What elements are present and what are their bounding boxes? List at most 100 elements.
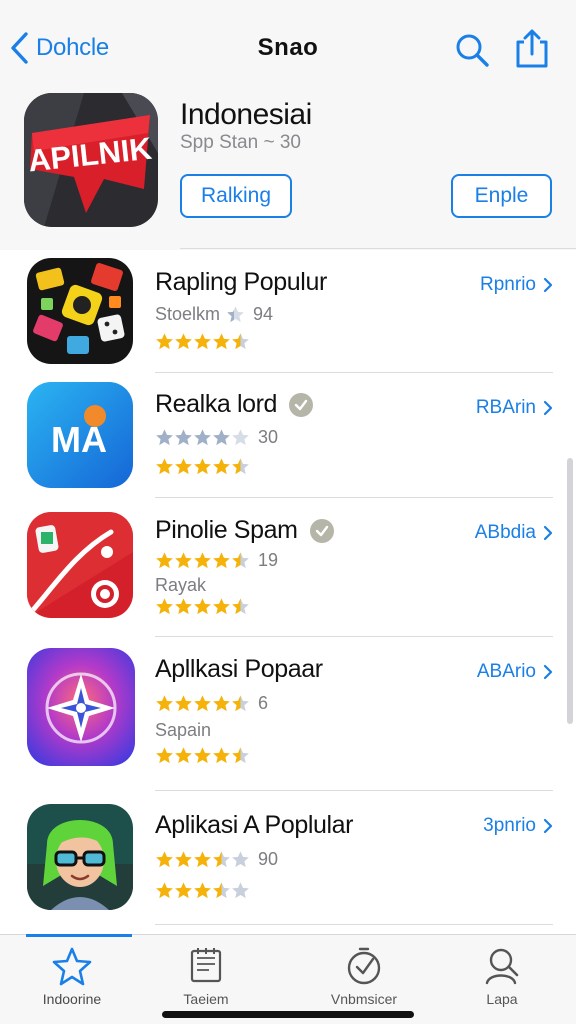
app-developer: Rayak [155,575,207,595]
star-icon [213,695,230,712]
verified-badge-icon [289,392,314,417]
app-rating-row [155,457,250,476]
home-indicator [162,1011,414,1018]
featured-app-name: Indonesiai [180,98,312,131]
app-icon: MA [27,382,133,488]
star-icon [175,429,192,446]
star-rating [155,551,250,570]
star-rating [155,850,250,869]
tab-label: Taeiem [183,991,229,1007]
app-action-link[interactable]: Rpnrio [480,274,554,296]
star-icon [213,429,230,446]
notepad-icon [190,948,222,983]
app-icon [27,648,135,766]
star-icon [213,458,230,475]
star-icon [156,552,173,569]
app-count: 19 [258,550,279,570]
ranking-button[interactable]: Ralking [180,174,292,218]
star-icon [156,598,173,615]
list-item[interactable]: Pinolie Spam 19 Rayak ABbdia [0,498,576,636]
scrollbar[interactable] [567,458,573,724]
star-icon [213,333,230,350]
navigation-bar: Dohcle Snao [0,0,576,90]
star-icon [213,552,230,569]
featured-app-subtitle: Spp Stan ~ 30 [180,132,301,153]
star-icon [175,598,192,615]
star-rating [226,305,245,324]
tab-taeiem[interactable]: Taeiem [146,945,266,1007]
star-icon [232,747,249,764]
star-icon [194,747,211,764]
tab-lapa[interactable]: Lapa [442,945,562,1007]
app-name: Apllkasi Popaar [155,655,323,683]
list-item[interactable]: Apllkasi Popaar 6 Sapain ABArio [0,637,576,789]
app-action-link[interactable]: ABbdia [475,522,554,544]
star-icon [232,695,249,712]
chevron-right-icon [543,664,553,680]
star-icon [232,333,249,350]
star-icon [156,458,173,475]
app-name: Realka lord [155,390,314,419]
app-name: Rapling Populur [155,268,327,296]
list-item[interactable]: Aplikasi A Poplular 90 3pnrio [0,791,576,929]
tab-label: Lapa [486,991,518,1007]
tab-vnbmsicer[interactable]: Vnbmsicer [304,945,424,1007]
star-icon [213,598,230,615]
star-icon [175,458,192,475]
chevron-right-icon [543,400,553,416]
app-rating-row [155,881,250,900]
star-icon [175,695,192,712]
star-icon [175,333,192,350]
star-icon [194,458,211,475]
app-developer: Sapain [155,720,212,740]
list-item[interactable]: MA Realka lord 30 RBArin [0,373,576,497]
share-button[interactable] [512,28,552,70]
star-rating [155,597,250,616]
star-rating [155,746,250,765]
app-rating-row [155,746,250,765]
share-icon [516,29,548,68]
app-icon-text: MA [51,419,107,460]
star-icon [156,882,173,899]
app-count: 30 [258,427,279,447]
star-icon [232,458,249,475]
app-developer: Stoelkm [155,304,221,324]
star-icon [175,747,192,764]
star-icon [194,333,211,350]
open-button[interactable]: Enple [451,174,552,218]
list-item[interactable]: Rapling Populur Stoelkm 94 Rpnrio [0,250,576,372]
app-action-link[interactable]: ABArio [477,661,554,683]
app-rating-row [155,332,250,351]
clock-icon [347,947,381,985]
chevron-right-icon [543,525,553,541]
chevron-right-icon [543,818,553,834]
star-icon [156,333,173,350]
star-icon [156,695,173,712]
divider [155,924,553,925]
star-icon [232,598,249,615]
app-count: 94 [253,304,274,324]
app-meta: 30 [155,427,278,448]
star-icon [232,882,249,899]
app-icon [27,258,133,364]
star-icon [194,851,211,868]
star-rating [155,694,250,713]
star-icon [213,882,230,899]
app-rating-row [155,597,250,616]
star-rating [155,332,250,351]
search-button[interactable] [452,30,492,70]
star-icon [232,429,249,446]
tab-indoorine[interactable]: Indoorine [12,945,132,1007]
app-action-link[interactable]: 3pnrio [483,815,554,837]
app-count: 90 [258,849,279,869]
star-icon [156,747,173,764]
tab-label: Indoorine [42,991,102,1007]
chevron-right-icon [543,277,553,293]
star-icon [194,429,211,446]
star-icon [156,851,173,868]
star-icon [194,695,211,712]
app-action-link[interactable]: RBArin [476,397,554,419]
app-name: Aplikasi A Poplular [155,811,354,839]
featured-app-icon[interactable]: APILNIK [24,93,158,227]
person-search-icon [485,948,519,985]
